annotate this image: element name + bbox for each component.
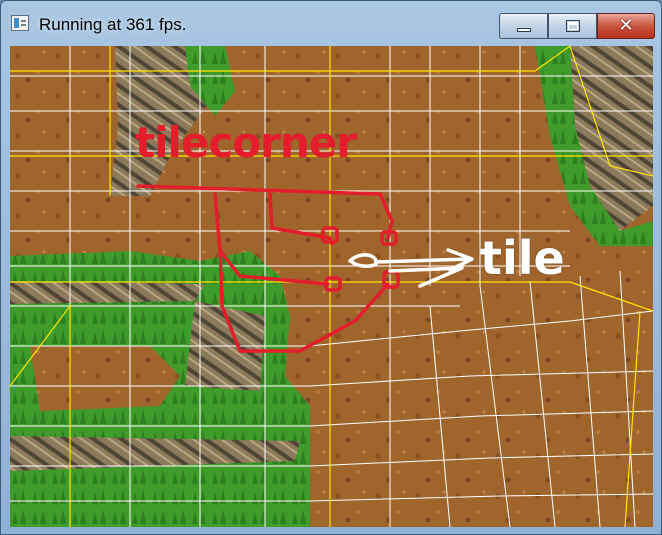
cliff-ridge-horizontal: [10, 281, 205, 304]
tilecorner-label: tilecorner: [135, 118, 357, 167]
app-window: Running at 361 fps. ✕ tilecorner tile: [0, 0, 662, 535]
window-title: Running at 361 fps.: [39, 15, 187, 34]
close-button[interactable]: ✕: [597, 13, 655, 39]
maximize-button[interactable]: [548, 13, 597, 39]
dirt-patch-left: [30, 346, 180, 411]
maximize-icon: [566, 20, 580, 32]
close-icon: ✕: [618, 15, 634, 36]
title-bar[interactable]: Running at 361 fps. ✕: [1, 1, 661, 46]
minimize-button[interactable]: [499, 13, 548, 39]
minimize-icon: [517, 28, 531, 32]
render-viewport[interactable]: tilecorner tile: [10, 46, 653, 527]
window-app-icon[interactable]: [11, 15, 29, 31]
tile-label: tile: [480, 231, 565, 285]
